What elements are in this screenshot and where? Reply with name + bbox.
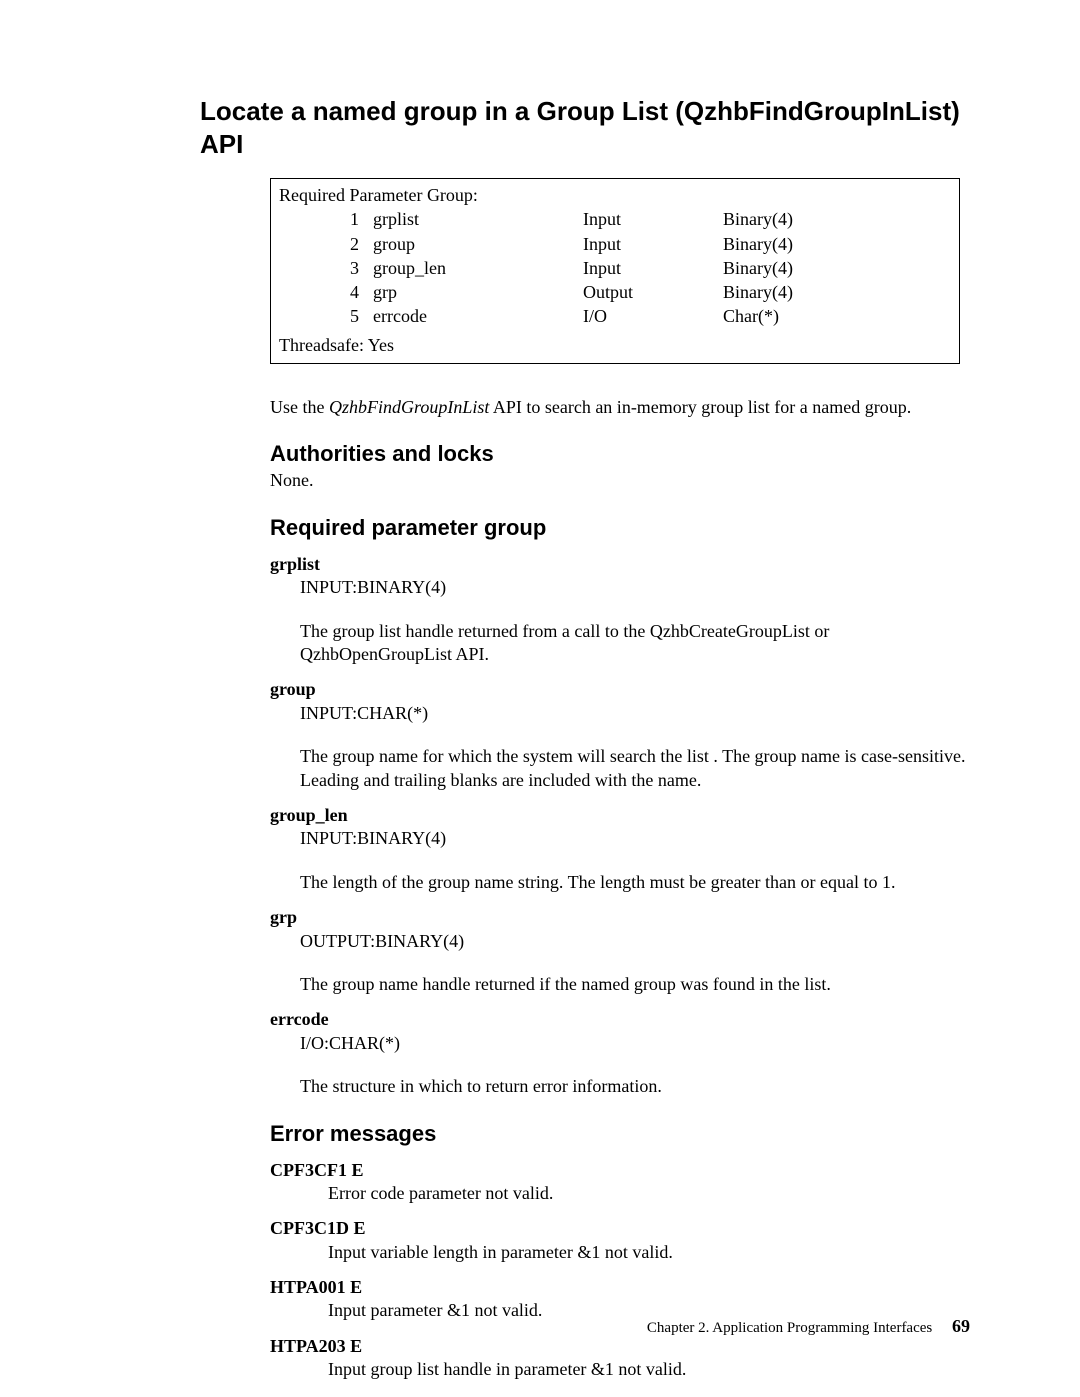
param-def-text: The group name for which the system will… [300,745,970,792]
parameter-group-box: Required Parameter Group: 1 grplist Inpu… [270,178,960,364]
param-def-type: INPUT:BINARY(4) [300,576,970,599]
param-io: I/O [583,304,723,328]
param-def-desc: INPUT:BINARY(4) The length of the group … [300,827,970,894]
param-def-desc: OUTPUT:BINARY(4) The group name handle r… [300,930,970,997]
param-number: 4 [279,280,373,304]
error-text: Error code parameter not valid. [328,1182,970,1205]
param-def-desc: I/O:CHAR(*) The structure in which to re… [300,1032,970,1099]
param-def-type: INPUT:BINARY(4) [300,827,970,850]
error-text: Input variable length in parameter &1 no… [328,1241,970,1264]
param-io: Input [583,207,723,231]
param-type: Binary(4) [723,232,793,256]
error-code: CPF3CF1 E [270,1159,970,1182]
page-title: Locate a named group in a Group List (Qz… [200,95,970,160]
param-def-term: group [270,678,970,701]
param-io: Output [583,280,723,304]
error-messages-heading: Error messages [270,1121,970,1147]
authorities-body: None. [270,469,970,492]
error-code: HTPA203 E [270,1335,970,1358]
param-def-text: The group name handle returned if the na… [300,973,970,996]
intro-paragraph: Use the QzhbFindGroupInList API to searc… [270,396,970,419]
param-io: Input [583,256,723,280]
param-name: errcode [373,304,583,328]
param-def-text: The structure in which to return error i… [300,1075,970,1098]
param-type: Binary(4) [723,280,793,304]
param-number: 3 [279,256,373,280]
parameter-row: 5 errcode I/O Char(*) [279,304,951,328]
threadsafe-line: Threadsafe: Yes [279,333,951,357]
param-def-text: The group list handle returned from a ca… [300,620,970,667]
parameter-group-heading: Required Parameter Group: [279,183,951,207]
param-number: 5 [279,304,373,328]
page-footer: Chapter 2. Application Programming Inter… [647,1316,970,1337]
page: Locate a named group in a Group List (Qz… [0,0,1080,1397]
param-def-desc: INPUT:CHAR(*) The group name for which t… [300,702,970,792]
parameter-definition-list: grplist INPUT:BINARY(4) The group list h… [270,553,970,1099]
parameter-row: 3 group_len Input Binary(4) [279,256,951,280]
parameter-row: 4 grp Output Binary(4) [279,280,951,304]
required-parameter-group-heading: Required parameter group [270,515,970,541]
footer-chapter: Chapter 2. Application Programming Inter… [647,1320,932,1336]
param-def-type: INPUT:CHAR(*) [300,702,970,725]
param-def-desc: INPUT:BINARY(4) The group list handle re… [300,576,970,666]
footer-page-number: 69 [952,1316,970,1336]
param-def-type: I/O:CHAR(*) [300,1032,970,1055]
param-number: 1 [279,207,373,231]
param-def-term: errcode [270,1008,970,1031]
param-type: Binary(4) [723,207,793,231]
param-number: 2 [279,232,373,256]
parameter-row: 2 group Input Binary(4) [279,232,951,256]
param-name: grplist [373,207,583,231]
param-def-text: The length of the group name string. The… [300,871,970,894]
param-io: Input [583,232,723,256]
param-def-type: OUTPUT:BINARY(4) [300,930,970,953]
param-name: group [373,232,583,256]
error-text: Input group list handle in parameter &1 … [328,1358,970,1381]
param-def-term: group_len [270,804,970,827]
authorities-heading: Authorities and locks [270,441,970,467]
intro-pre: Use the [270,397,329,417]
intro-api-name: QzhbFindGroupInList [329,397,489,417]
intro-post: API to search an in-memory group list fo… [489,397,911,417]
param-name: group_len [373,256,583,280]
param-type: Binary(4) [723,256,793,280]
error-code: HTPA001 E [270,1276,970,1299]
param-name: grp [373,280,583,304]
parameter-row: 1 grplist Input Binary(4) [279,207,951,231]
param-def-term: grplist [270,553,970,576]
error-code: CPF3C1D E [270,1217,970,1240]
param-type: Char(*) [723,304,779,328]
param-def-term: grp [270,906,970,929]
error-message-list: CPF3CF1 E Error code parameter not valid… [270,1159,970,1382]
